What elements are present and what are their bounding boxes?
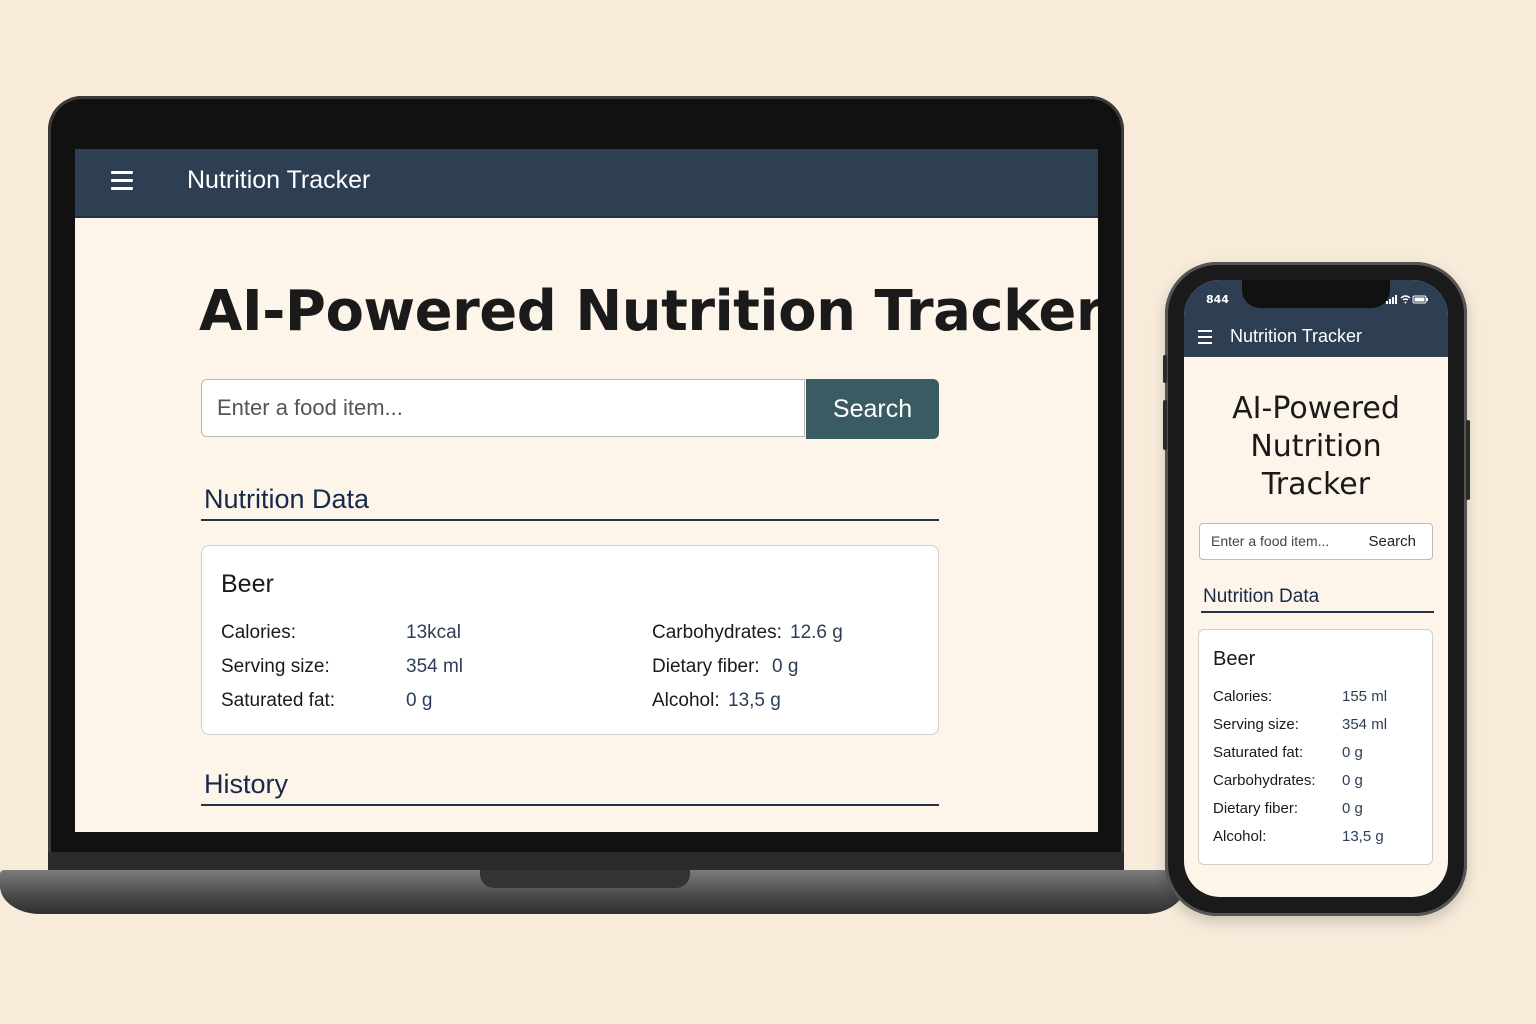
phone-volume-button bbox=[1163, 400, 1167, 450]
phone-power-button bbox=[1466, 420, 1470, 500]
food-name: Beer bbox=[221, 570, 274, 598]
search-bar: Enter a food item... Search bbox=[1199, 523, 1433, 560]
hamburger-icon[interactable] bbox=[1198, 330, 1212, 344]
nutrient-label: Serving size: bbox=[221, 656, 330, 677]
nutrient-value: 12.6 g bbox=[790, 622, 843, 643]
nutrient-label: Dietary fiber: bbox=[1213, 800, 1299, 817]
nutrient-value: 354 ml bbox=[1342, 716, 1388, 733]
nutrient-value: 354 ml bbox=[406, 656, 464, 677]
search-button[interactable]: Search bbox=[1368, 533, 1416, 550]
search-input[interactable] bbox=[201, 379, 805, 437]
phone-volume-button bbox=[1163, 355, 1167, 383]
nutrient-label: Serving size: bbox=[1213, 716, 1299, 733]
page-title-line: AI-Powered bbox=[1232, 391, 1400, 426]
history-heading: History bbox=[201, 769, 939, 806]
nutrient-label: Alcohol: bbox=[1213, 828, 1267, 845]
search-button[interactable]: Search bbox=[806, 379, 939, 439]
nutrient-label: Carbohydrates: bbox=[652, 622, 782, 643]
nutrient-value: 13kcal bbox=[406, 622, 461, 643]
food-name: Beer bbox=[1213, 648, 1256, 670]
laptop-notch bbox=[480, 870, 690, 888]
page-title-line: Tracker bbox=[1261, 467, 1371, 502]
app-header: Nutrition Tracker bbox=[75, 149, 1098, 218]
nutrition-data-heading: Nutrition Data bbox=[1201, 586, 1434, 613]
nutrient-value: 0 g bbox=[1342, 800, 1363, 817]
nutrient-label: Calories: bbox=[221, 622, 296, 643]
hamburger-icon[interactable] bbox=[111, 171, 133, 191]
phone-screen: 844 Nutrition Tracker AI-Powered Nutriti bbox=[1184, 280, 1448, 897]
nutrient-value: 0 g bbox=[406, 690, 433, 711]
phone-notch bbox=[1242, 280, 1390, 308]
nutrient-label: Saturated fat: bbox=[1213, 744, 1304, 761]
app-title: Nutrition Tracker bbox=[187, 166, 371, 194]
nutrient-label: Dietary fiber: bbox=[652, 656, 760, 677]
nutrient-value: 13,5 g bbox=[728, 690, 781, 711]
page-title: AI-Powered Nutrition Tracker bbox=[1184, 390, 1448, 504]
nutrient-label: Carbohydrates: bbox=[1213, 772, 1316, 789]
nutrition-card: Beer Calories: 13kcal Serving size: 354 … bbox=[201, 545, 939, 735]
nutrient-label: Alcohol: bbox=[652, 690, 720, 711]
nutrient-value: 155 ml bbox=[1342, 688, 1388, 705]
search-input[interactable]: Enter a food item... bbox=[1211, 533, 1329, 549]
nutrient-value: 0 g bbox=[1342, 772, 1363, 789]
nutrient-label: Saturated fat: bbox=[221, 690, 336, 711]
laptop-screen: Nutrition Tracker AI-Powered Nutrition T… bbox=[75, 149, 1098, 832]
nutrient-value: 13,5 g bbox=[1342, 828, 1384, 845]
nutrient-label: Calories: bbox=[1213, 688, 1273, 705]
status-time: 844 bbox=[1206, 293, 1229, 306]
nutrient-value: 0 g bbox=[772, 656, 799, 677]
signal-wifi-battery-icon bbox=[1386, 294, 1428, 307]
page-title-line: Nutrition bbox=[1250, 429, 1382, 464]
nutrition-data-heading: Nutrition Data bbox=[201, 484, 939, 521]
app-title: Nutrition Tracker bbox=[1230, 326, 1363, 346]
nutrient-value: 0 g bbox=[1342, 744, 1363, 761]
nutrition-card: Beer Calories: 155 ml Serving size: 354 … bbox=[1198, 629, 1433, 865]
page-title: AI-Powered Nutrition Tracker bbox=[199, 279, 1098, 344]
app-header: Nutrition Tracker bbox=[1184, 318, 1448, 357]
